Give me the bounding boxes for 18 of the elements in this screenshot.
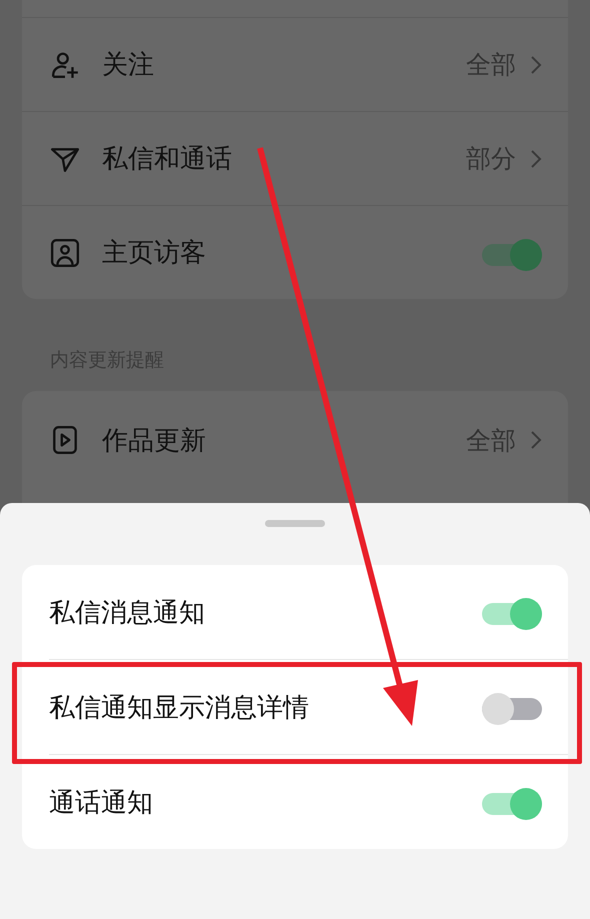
- portrait-icon: [50, 238, 80, 268]
- setting-label: 主页访客: [102, 237, 207, 270]
- chevron-icon: [530, 430, 542, 450]
- toggle-switch[interactable]: [482, 238, 542, 268]
- setting-label: 通话通知: [49, 786, 153, 820]
- toggle-switch[interactable]: [482, 597, 542, 627]
- setting-label: 私信消息通知: [49, 596, 205, 630]
- drag-handle[interactable]: [265, 520, 325, 527]
- chevron-icon: [530, 148, 542, 168]
- play-icon: [50, 425, 80, 455]
- setting-label: 私信和通话: [102, 143, 233, 176]
- setting-label: 私信通知显示消息详情: [49, 692, 309, 724]
- toggle-switch[interactable]: [482, 692, 542, 722]
- chevron-icon: [530, 54, 542, 74]
- toggle-switch[interactable]: [482, 787, 542, 817]
- setting-label: 关注: [102, 49, 155, 82]
- setting-label: 作品更新: [102, 424, 207, 458]
- person-add-icon: [50, 50, 80, 80]
